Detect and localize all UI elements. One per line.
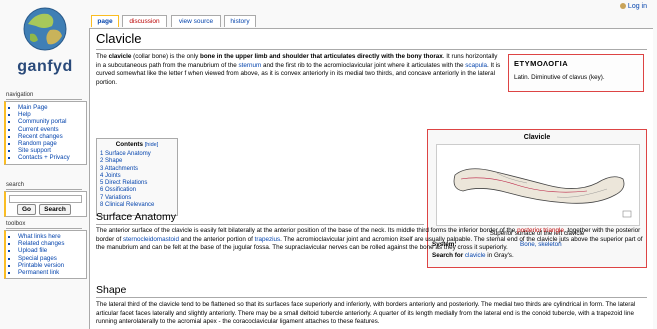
toc-item[interactable]: 8 Clinical Relevance <box>100 202 154 209</box>
infobox-title: Clavicle <box>523 134 551 141</box>
toolbox-link-related-changes[interactable]: Related changes <box>18 240 86 247</box>
intro-text: (collar bone) is the only <box>131 53 200 60</box>
toc-hide-toggle[interactable]: [hide] <box>145 142 158 148</box>
heading-shape: Shape <box>96 284 127 296</box>
tab-view-source[interactable]: view source <box>171 15 221 27</box>
tab-page[interactable]: page <box>91 15 119 27</box>
nav-link-recent-changes[interactable]: Recent changes <box>18 133 86 140</box>
tab-history-label[interactable]: history <box>230 18 249 25</box>
section-divider <box>96 224 424 225</box>
surface-anatomy-paragraph: The anterior surface of the clavicle is … <box>96 227 644 253</box>
tab-discussion-label[interactable]: discussion <box>129 18 159 25</box>
tab-view-source-label[interactable]: view source <box>179 18 213 25</box>
intro-bold-term: clavicle <box>108 53 132 60</box>
etymology-text: Latin. Diminutive of clavus (key). <box>514 74 605 81</box>
search-heading: search <box>6 182 82 190</box>
section-divider <box>96 297 647 298</box>
toc-item[interactable]: 3 Attachments <box>100 166 154 173</box>
grays-clavicle-link[interactable]: clavicle <box>465 252 486 259</box>
surface-text: The anterior surface of the clavicle is … <box>96 227 518 234</box>
toc-item[interactable]: 1 Surface Anatomy <box>100 151 154 158</box>
title-divider <box>96 49 647 50</box>
search-input[interactable] <box>9 195 82 203</box>
toolbox-link-upload-file[interactable]: Upload file <box>18 247 86 254</box>
table-of-contents: Contents [hide] 1 Surface Anatomy 2 Shap… <box>96 138 178 216</box>
surface-text: and the anterior portion of <box>178 235 255 243</box>
navigation-portlet: Main Page Help Community portal Current … <box>4 101 87 165</box>
toc-item[interactable]: 2 Shape <box>100 158 154 165</box>
toolbox-link-printable-version[interactable]: Printable version <box>18 262 86 269</box>
intro-bold-text: bone in the upper limb and shoulder that… <box>199 53 443 60</box>
page-title: Clavicle <box>96 31 142 46</box>
tab-history[interactable]: history <box>224 15 256 27</box>
search-for-label: Search for <box>432 252 465 259</box>
toc-title-text: Contents <box>115 141 144 148</box>
content-area: Clavicle The clavicle (collar bone) is t… <box>89 28 653 329</box>
link-posterior-triangle[interactable]: posterior triangle <box>517 227 564 234</box>
link-trapezius[interactable]: trapezius <box>255 236 281 243</box>
globe-icon <box>23 7 67 51</box>
nav-link-random-page[interactable]: Random page <box>18 140 86 147</box>
infobox-row-search: Search for clavicle in Gray's. <box>432 252 514 259</box>
intro-paragraph: The clavicle (collar bone) is the only b… <box>96 53 502 87</box>
site-logo[interactable]: ganfyd <box>8 6 82 88</box>
link-sternum[interactable]: sternum <box>238 62 261 69</box>
intro-text: The <box>96 53 109 60</box>
user-icon <box>619 3 626 10</box>
toc-title: Contents [hide] <box>97 141 177 148</box>
logo-text: ganfyd <box>17 58 73 75</box>
login-link[interactable]: Log in <box>619 3 647 10</box>
nav-link-main-page[interactable]: Main Page <box>18 104 86 111</box>
shape-paragraph: The lateral third of the clavicle tend t… <box>96 301 636 326</box>
link-scapula[interactable]: scapula <box>465 62 487 69</box>
toolbox-link-permanent-link[interactable]: Permanent link <box>18 269 86 276</box>
login-label[interactable]: Log in <box>628 3 647 10</box>
clavicle-illustration[interactable] <box>436 144 640 226</box>
intro-text: and the first rib to the acromioclavicul… <box>261 61 466 69</box>
nav-link-site-support[interactable]: Site support <box>18 147 86 154</box>
tab-page-label[interactable]: page <box>97 18 112 25</box>
navigation-heading: navigation <box>6 92 82 100</box>
toc-item[interactable]: 4 Joints <box>100 173 154 180</box>
toc-item[interactable]: 5 Direct Relations <box>100 180 154 187</box>
link-sternocleidomastoid[interactable]: sternocleidomastoid <box>123 236 179 243</box>
search-suffix: in Gray's. <box>485 252 514 259</box>
toolbox-link-special-pages[interactable]: Special pages <box>18 255 86 262</box>
heading-surface-anatomy: Surface Anatomy <box>96 211 176 223</box>
tab-discussion[interactable]: discussion <box>122 15 167 27</box>
toolbox-link-what-links-here[interactable]: What links here <box>18 233 86 240</box>
search-button[interactable]: Search <box>39 204 71 215</box>
toolbox-heading: toolbox <box>6 221 82 229</box>
toc-item[interactable]: 6 Ossification <box>100 187 154 194</box>
search-portlet: Go Search <box>4 191 87 217</box>
nav-link-contacts-privacy[interactable]: Contacts + Privacy <box>18 154 86 161</box>
go-button[interactable]: Go <box>17 204 36 215</box>
sidebar: ganfyd navigation Main Page Help Communi… <box>0 0 88 328</box>
nav-link-community-portal[interactable]: Community portal <box>18 118 86 125</box>
etymology-box: ΕΤΥΜΟΛΟΓΙΑ Latin. Diminutive of clavus (… <box>508 54 644 92</box>
nav-link-current-events[interactable]: Current events <box>18 126 86 133</box>
nav-link-help[interactable]: Help <box>18 111 86 118</box>
etymology-title: ΕΤΥΜΟΛΟΓΙΑ <box>514 59 569 68</box>
toc-item[interactable]: 7 Variations <box>100 195 154 202</box>
toolbox-portlet: What links here Related changes Upload f… <box>4 230 87 280</box>
